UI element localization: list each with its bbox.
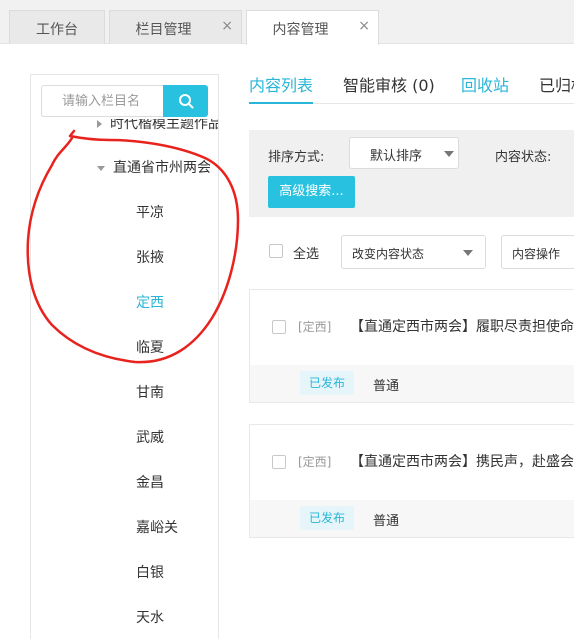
status-badge: 已发布 xyxy=(300,506,355,530)
search-icon xyxy=(178,94,193,109)
tab-workbench-label: 工作台 xyxy=(36,22,78,38)
tree-item-zhangye[interactable]: 张掖 xyxy=(136,247,164,267)
item-level: 普通 xyxy=(373,379,400,394)
close-icon[interactable]: × xyxy=(221,18,233,34)
tree-item-label: 直通省市州两会 xyxy=(113,160,211,176)
tree-item-label: 时代楷模主题作品 xyxy=(110,119,218,132)
tree-item-parent[interactable]: 直通省市州两会 xyxy=(97,157,211,177)
tab-smart-review[interactable]: 智能审核 (0) xyxy=(343,72,435,96)
tree-item-wuwei[interactable]: 武威 xyxy=(136,427,164,447)
item-checkbox[interactable] xyxy=(272,320,286,334)
filter-panel: 排序方式: 默认排序 内容状态: 高级搜索... xyxy=(249,130,574,217)
item-meta: 已发布 普通 xyxy=(250,500,574,537)
tab-content-management-label: 内容管理 xyxy=(272,22,329,38)
caret-down-icon xyxy=(444,151,454,157)
tab-column-management[interactable]: 栏目管理 × xyxy=(109,10,242,44)
tab-recycle-bin[interactable]: 回收站 xyxy=(461,72,509,96)
item-level: 普通 xyxy=(373,514,400,529)
content-ops-value: 内容操作 xyxy=(512,247,561,261)
item-title[interactable]: 【直通定西市两会】履职尽责担使命 xyxy=(350,316,574,336)
content-item[interactable]: [定西] 【直通定西市两会】履职尽责担使命 已发布 普通 xyxy=(249,289,574,403)
caret-down-icon xyxy=(463,250,473,256)
tab-workbench[interactable]: 工作台 xyxy=(9,10,105,44)
tree-item-dingxi[interactable]: 定西 xyxy=(136,292,164,312)
item-title[interactable]: 【直通定西市两会】携民声，赴盛会 xyxy=(350,451,574,471)
tree-item-baiyin[interactable]: 白银 xyxy=(136,562,164,582)
sort-select-value: 默认排序 xyxy=(370,149,423,164)
caret-right-icon[interactable] xyxy=(97,120,102,128)
item-column-tag: [定西] xyxy=(298,455,332,469)
tree-item-partial[interactable]: 时代楷模主题作品 xyxy=(97,119,218,133)
top-tab-bar: 工作台 栏目管理 × 内容管理 × xyxy=(0,0,574,45)
content-tabs: 内容列表 智能审核 (0) 回收站 已归档 xyxy=(249,62,574,104)
tree-item-linxia[interactable]: 临夏 xyxy=(136,337,164,357)
item-meta: 已发布 普通 xyxy=(250,365,574,402)
tree-item-tianshui[interactable]: 天水 xyxy=(136,607,164,627)
column-search-input[interactable] xyxy=(41,85,163,117)
column-tree-sidebar: 时代楷模主题作品 直通省市州两会 平凉 张掖 定西 临夏 甘南 武威 金昌 嘉峪… xyxy=(30,74,219,639)
tree-item-jinchang[interactable]: 金昌 xyxy=(136,472,164,492)
select-all-checkbox[interactable] xyxy=(269,244,283,258)
tree-item-gannan[interactable]: 甘南 xyxy=(136,382,164,402)
item-column-tag: [定西] xyxy=(298,320,332,334)
tab-archived[interactable]: 已归档 xyxy=(539,72,574,96)
active-tab-underline xyxy=(249,102,313,104)
advanced-search-button[interactable]: 高级搜索... xyxy=(268,176,355,208)
item-checkbox[interactable] xyxy=(272,455,286,469)
status-badge: 已发布 xyxy=(300,371,355,395)
tab-content-management[interactable]: 内容管理 × xyxy=(246,10,379,45)
tree-item-pingliang[interactable]: 平凉 xyxy=(136,202,164,222)
change-status-select[interactable]: 改变内容状态 xyxy=(341,235,486,269)
tree-item-jiayuguan[interactable]: 嘉峪关 xyxy=(136,517,178,537)
bulk-action-row: 全选 改变内容状态 内容操作 xyxy=(249,232,574,272)
close-icon[interactable]: × xyxy=(358,18,370,34)
sort-label: 排序方式: xyxy=(268,150,325,165)
column-tree: 时代楷模主题作品 直通省市州两会 平凉 张掖 定西 临夏 甘南 武威 金昌 嘉峪… xyxy=(31,119,218,639)
tab-column-management-label: 栏目管理 xyxy=(135,22,192,38)
content-ops-select[interactable]: 内容操作 xyxy=(501,235,574,269)
content-item[interactable]: [定西] 【直通定西市两会】携民声，赴盛会 已发布 普通 xyxy=(249,424,574,538)
column-search-button[interactable] xyxy=(163,85,208,117)
content-status-label: 内容状态: xyxy=(495,150,552,165)
caret-down-icon[interactable] xyxy=(97,165,105,171)
sort-select[interactable]: 默认排序 xyxy=(349,137,459,169)
select-all-label: 全选 xyxy=(293,247,320,262)
tab-content-list[interactable]: 内容列表 xyxy=(249,72,313,96)
change-status-value: 改变内容状态 xyxy=(352,247,425,261)
